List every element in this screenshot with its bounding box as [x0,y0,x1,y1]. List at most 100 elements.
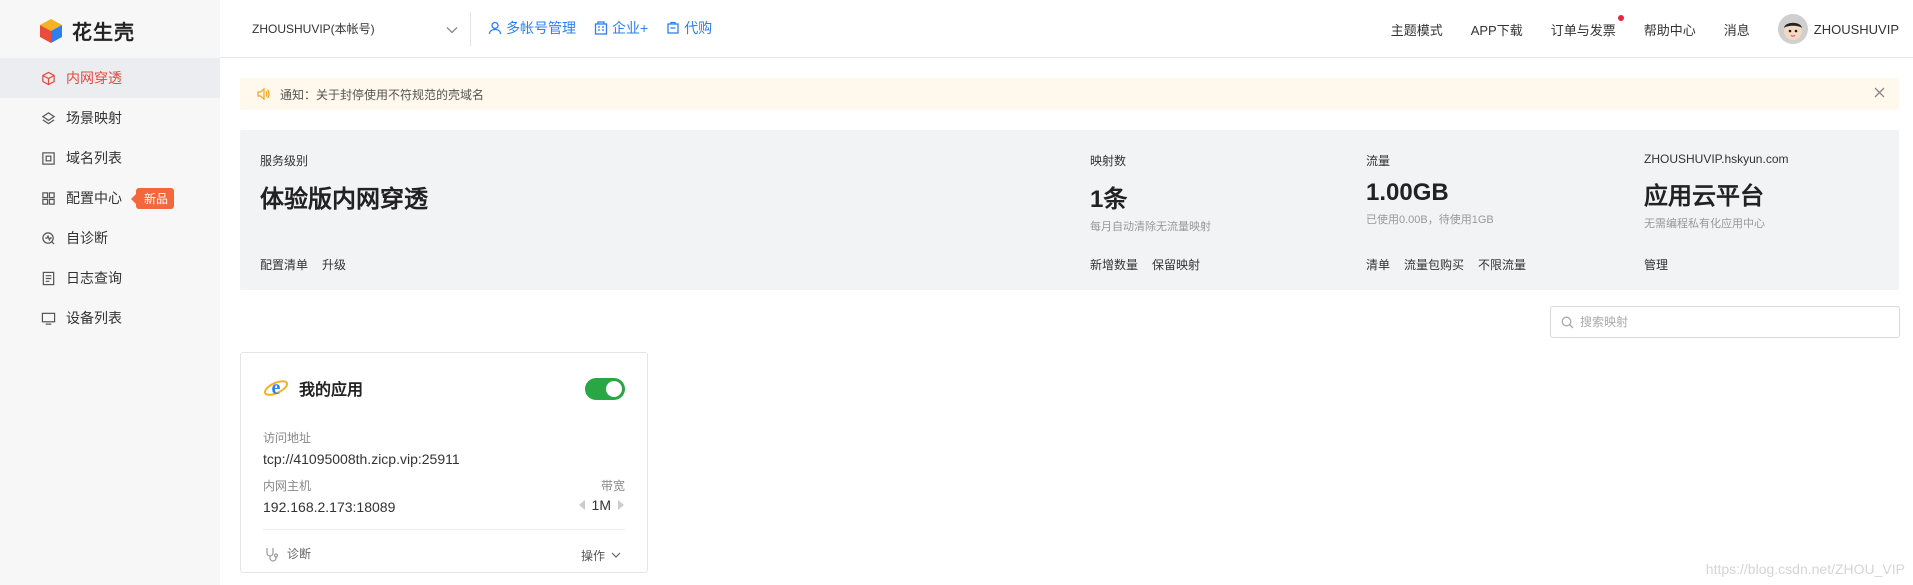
buy-traffic-link[interactable]: 流量包购买 [1404,256,1464,273]
chevron-down-icon [611,552,621,558]
building-icon [594,21,608,35]
sidebar-item-config-center[interactable]: 配置中心 新品 [0,178,220,218]
config-list-link[interactable]: 配置清单 [260,256,308,273]
purchase-label: 代购 [684,20,713,36]
search-box [1550,306,1900,338]
service-level: 服务级别 体验版内网穿透 [260,152,428,214]
cloud-platform-note: 无需编程私有化应用中心 [1644,218,1765,230]
notification-dot [1617,14,1624,21]
cart-icon [667,21,679,34]
top-links: 多帐号管理 企业+ 代购 [488,18,712,38]
chevron-down-icon[interactable] [446,22,458,37]
messages-link[interactable]: 消息 [1724,20,1750,39]
enterprise-label: 企业+ [612,20,649,36]
sidebar-nav: 内网穿透 场景映射 域名列表 配置中心 新品 自诊断 日志查询 设备列表 [0,58,220,338]
monitor-icon [40,310,56,326]
account-selector[interactable]: ZHOUSHUVIP(本帐号) [252,20,375,37]
orders-invoices-label: 订单与发票 [1550,22,1616,38]
mapping-count: 映射数 1条 每月自动清除无流量映射 [1090,152,1211,234]
diagnose-label: 诊断 [287,547,312,561]
cloud-domain: ZHOUSHUVIP.hskyun.com [1644,152,1789,166]
sidebar-item-intranet[interactable]: 内网穿透 [0,58,220,98]
user-icon [488,21,502,35]
operations-label: 操作 [580,549,605,563]
speaker-icon [257,87,270,101]
traffic-actions: 清单 流量包购买 不限流量 [1366,256,1526,273]
theme-mode-link[interactable]: 主题模式 [1391,20,1443,39]
service-level-value: 体验版内网穿透 [260,186,428,213]
top-right-menu: 主题模式 APP下载 订单与发票 帮助中心 消息 ZHOUSHUVIP [1391,14,1899,44]
logo[interactable]: 花生壳 [38,16,135,45]
traffic-value: 1.00GB [1366,179,1449,206]
unlimited-traffic-link[interactable]: 不限流量 [1478,256,1526,273]
sidebar-item-devices[interactable]: 设备列表 [0,298,220,338]
service-summary: 服务级别 体验版内网穿透 配置清单 升级 映射数 1条 每月自动清除无流量映射 … [240,130,1899,290]
add-quantity-link[interactable]: 新增数量 [1090,256,1138,273]
sidebar-item-label: 自诊断 [66,230,108,246]
orders-invoices-link[interactable]: 订单与发票 [1550,14,1624,39]
new-badge: 新品 [130,187,175,209]
cloud-platform: ZHOUSHUVIP.hskyun.com 应用云平台 无需编程私有化应用中心 [1644,152,1789,231]
sidebar-item-label: 配置中心 [66,190,122,206]
cloud-actions: 管理 [1644,256,1668,273]
address-value[interactable]: tcp://41095008th.zicp.vip:25911 [263,451,460,467]
diagnose-icon [40,230,56,246]
traffic-list-link[interactable]: 清单 [1366,256,1390,273]
sidebar-item-scene-mapping[interactable]: 场景映射 [0,98,220,138]
purchase-link[interactable]: 代购 [666,18,712,38]
card-title: 我的应用 [299,382,364,399]
sidebar-item-domains[interactable]: 域名列表 [0,138,220,178]
diagnose-button[interactable]: 诊断 [263,545,311,562]
user-menu[interactable]: ZHOUSHUVIP [1777,14,1899,44]
multi-account-label: 多帐号管理 [506,20,576,36]
help-center-link[interactable]: 帮助中心 [1644,20,1696,39]
traffic: 流量 1.00GB 已使用0.00B，待使用1GB [1366,152,1494,227]
close-icon[interactable] [1874,87,1885,101]
username: ZHOUSHUVIP [1813,21,1899,37]
card-header: e 我的应用 [263,375,363,401]
enable-toggle[interactable] [585,378,625,400]
sidebar-item-self-diagnose[interactable]: 自诊断 [0,218,220,258]
multi-account-link[interactable]: 多帐号管理 [488,18,576,38]
sidebar-item-logs[interactable]: 日志查询 [0,258,220,298]
enterprise-link[interactable]: 企业+ [594,18,648,38]
search-icon [1561,316,1574,328]
app-download-link[interactable]: APP下载 [1471,20,1523,39]
sidebar-item-label: 场景映射 [66,110,122,126]
traffic-note: 已使用0.00B，待使用1GB [1366,214,1494,226]
mapping-actions: 新增数量 保留映射 [1090,256,1200,273]
upgrade-link[interactable]: 升级 [322,256,346,273]
arrow-left-icon[interactable] [578,500,586,510]
logo-cube-icon [40,18,62,43]
manage-link[interactable]: 管理 [1644,256,1668,273]
host-label: 内网主机 [263,479,312,493]
diagnose-icon [266,547,279,562]
layers-icon [40,110,56,126]
mapping-count-value: 1条 [1090,186,1128,213]
host-value: 192.168.2.173:18089 [263,499,396,515]
sidebar-item-label: 设备列表 [66,310,122,326]
mapping-card[interactable]: e 我的应用 访问地址 tcp://41095008th.zicp.vip:25… [240,352,648,573]
address-label: 访问地址 [263,431,312,445]
sidebar-item-label: 日志查询 [66,270,122,286]
bandwidth-label: 带宽 [600,479,625,493]
service-level-label: 服务级别 [260,154,309,168]
avatar [1777,14,1808,44]
notice-text[interactable]: 通知：关于封停使用不符规范的壳域名 [280,86,484,103]
arrow-right-icon[interactable] [617,500,625,510]
mapping-count-label: 映射数 [1090,154,1127,168]
service-level-actions: 配置清单 升级 [260,256,346,273]
operations-dropdown[interactable]: 操作 [581,547,621,564]
bandwidth-value: 1M [591,497,611,513]
grid-icon [40,190,56,206]
svg-text:e: e [272,377,281,399]
sidebar-item-label: 内网穿透 [66,70,122,86]
sidebar: 花生壳 内网穿透 场景映射 域名列表 配置中心 新品 自诊断 日志查询 设备列表 [0,0,220,585]
top-bar: ZHOUSHUVIP(本帐号) 多帐号管理 企业+ 代购 主题模式 APP下载 … [220,0,1913,58]
divider [263,529,625,530]
logo-text: 花生壳 [72,22,135,44]
search-input[interactable] [1580,315,1880,329]
traffic-label: 流量 [1366,154,1391,168]
notice-bar[interactable]: 通知：关于封停使用不符规范的壳域名 [240,78,1899,110]
keep-mapping-link[interactable]: 保留映射 [1152,256,1200,273]
